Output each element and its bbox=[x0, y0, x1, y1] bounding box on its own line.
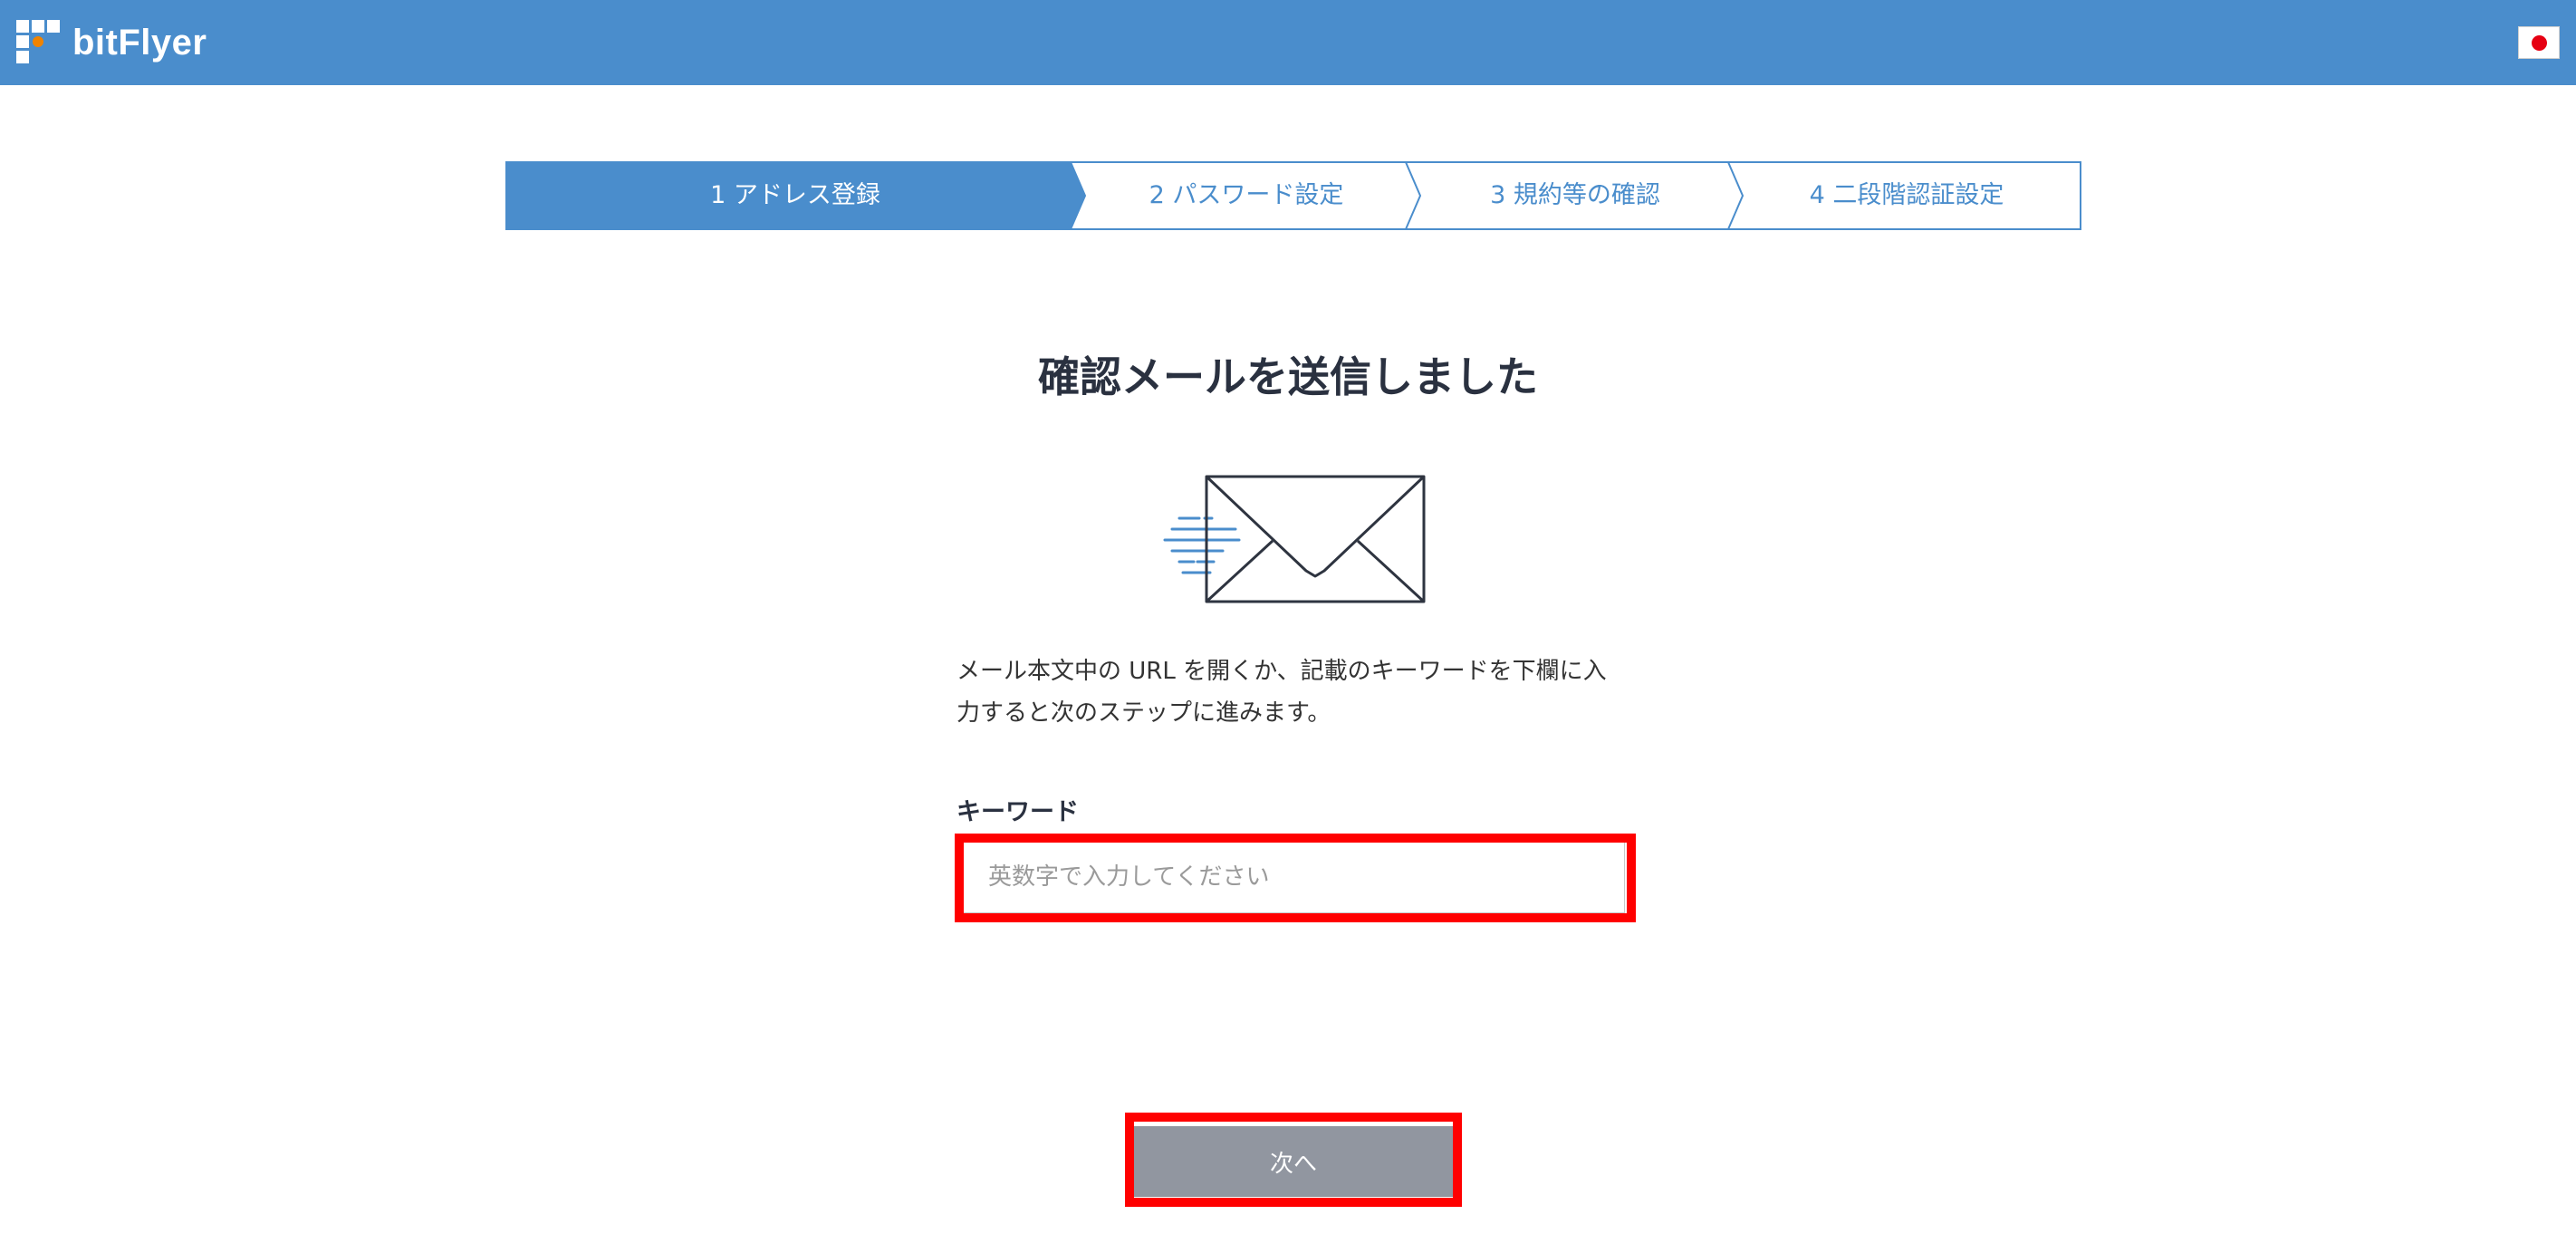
logo-text: bitFlyer bbox=[72, 22, 207, 63]
keyword-input[interactable] bbox=[962, 841, 1625, 913]
keyword-label: キーワード bbox=[956, 798, 1079, 826]
page-title: 確認メールを送信しました bbox=[1038, 352, 1538, 401]
next-button[interactable]: 次へ bbox=[1134, 1126, 1453, 1197]
registration-stepper: 1 アドレス登録 2 パスワード設定 3 規約等の確認 4 二段階認証設定 bbox=[505, 161, 2081, 230]
japan-flag-icon[interactable] bbox=[2518, 26, 2560, 59]
bitflyer-logo[interactable]: bitFlyer bbox=[16, 20, 207, 65]
top-navigation-bar: bitFlyer bbox=[0, 0, 2576, 85]
step-2-password-setting: 2 パスワード設定 bbox=[1149, 181, 1344, 209]
envelope-icon bbox=[1152, 471, 1433, 611]
step-3-terms-confirmation: 3 規約等の確認 bbox=[1490, 181, 1660, 209]
instruction-text: メール本文中の URL を開くか、記載のキーワードを下欄に入 力すると次のステッ… bbox=[956, 658, 1607, 727]
step-4-two-factor-setting: 4 二段階認証設定 bbox=[1809, 181, 2004, 209]
step-1-address-registration: 1 アドレス登録 bbox=[710, 181, 880, 209]
bitflyer-logo-icon bbox=[16, 20, 60, 63]
